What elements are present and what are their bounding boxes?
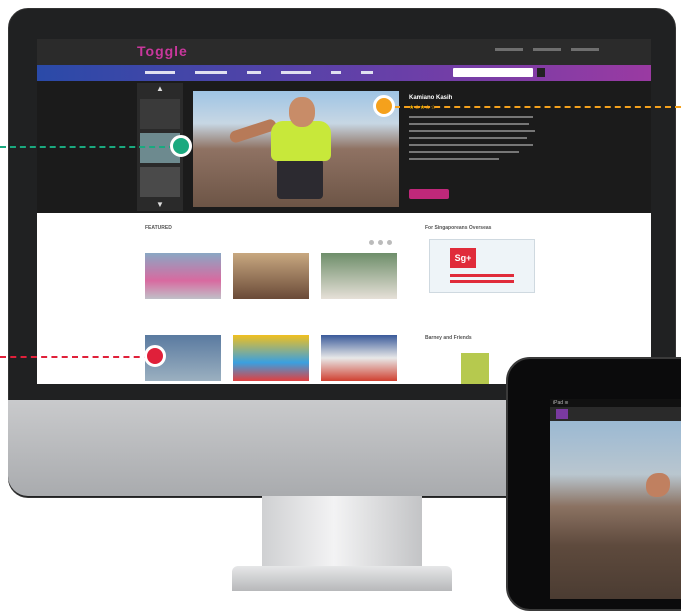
barney-thumbnail[interactable]	[461, 353, 489, 384]
callout-line-orange	[394, 106, 681, 108]
nav-item[interactable]	[281, 71, 311, 74]
callout-dot-teal	[170, 135, 192, 157]
top-link[interactable]	[571, 48, 599, 51]
callout-line-red	[0, 356, 150, 358]
featured-card[interactable]	[145, 253, 221, 299]
nav-item[interactable]	[145, 71, 175, 74]
imac-stand-base	[232, 566, 452, 591]
ipad-device: iPad ≋	[506, 357, 681, 611]
top-link[interactable]	[495, 48, 523, 51]
thumbnail[interactable]	[140, 99, 180, 129]
callout-line-teal	[0, 146, 175, 148]
top-link[interactable]	[533, 48, 561, 51]
hero-description	[409, 116, 539, 160]
featured-card[interactable]	[233, 253, 309, 299]
imac-screen: Toggle ▲ ▼ Kamiano Kasih ★★★★☆ FEATURED …	[37, 39, 651, 384]
nav-item[interactable]	[247, 71, 261, 74]
search-input[interactable]	[453, 68, 533, 77]
nav-item[interactable]	[195, 71, 227, 74]
watch-now-button[interactable]	[409, 189, 449, 199]
hero-image[interactable]	[193, 91, 399, 207]
featured-card[interactable]	[233, 335, 309, 381]
main-nav	[37, 65, 651, 81]
hero-info: Kamiano Kasih ★★★★☆	[409, 95, 539, 160]
featured-card[interactable]	[321, 335, 397, 381]
featured-heading: FEATURED	[145, 225, 172, 231]
nav-item[interactable]	[331, 71, 341, 74]
featured-card[interactable]	[321, 253, 397, 299]
sg-plus-logo: Sg+	[450, 248, 476, 268]
top-links	[495, 48, 599, 51]
nav-item[interactable]	[361, 71, 373, 74]
site-logo[interactable]: Toggle	[137, 43, 188, 59]
overseas-ad[interactable]: Sg+	[429, 239, 535, 293]
ipad-screen: iPad ≋	[550, 399, 681, 599]
menu-icon[interactable]	[556, 409, 568, 419]
chevron-down-icon[interactable]: ▼	[137, 199, 183, 211]
hero-title: Kamiano Kasih	[409, 95, 453, 101]
ipad-hero-image[interactable]	[550, 421, 681, 599]
sidebar-heading: For Singaporeans Overseas	[425, 225, 492, 231]
chevron-up-icon[interactable]: ▲	[137, 83, 183, 95]
ipad-menu-bar	[550, 407, 681, 421]
sidebar-heading-2: Barney and Friends	[425, 335, 472, 341]
ipad-status-bar: iPad ≋	[550, 399, 681, 407]
callout-dot-orange	[373, 95, 395, 117]
callout-dot-red	[144, 345, 166, 367]
thumbnail[interactable]	[140, 167, 180, 197]
search-button[interactable]	[537, 68, 545, 77]
site-top-bar: Toggle	[37, 39, 651, 65]
featured-pager[interactable]	[369, 240, 392, 245]
imac-stand	[262, 496, 422, 568]
